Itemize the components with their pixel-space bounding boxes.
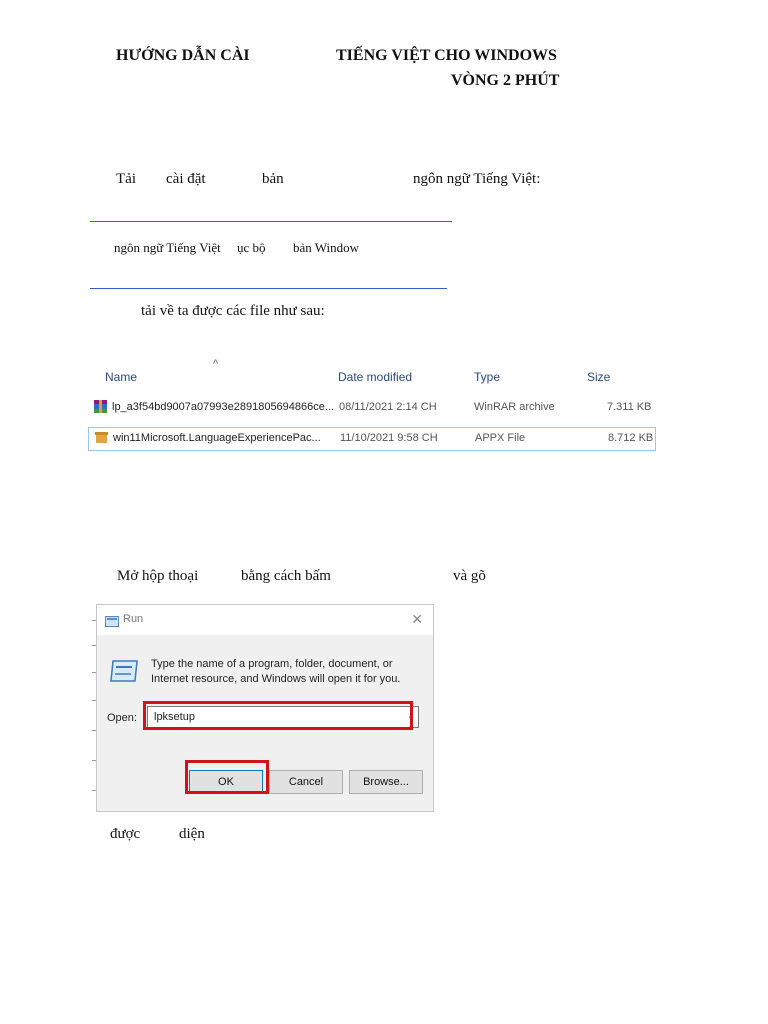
appx-package-icon — [95, 431, 108, 447]
step1-ngon-ngu: ngôn ngữ Tiếng Việt: — [413, 171, 541, 187]
cancel-button[interactable]: Cancel — [269, 770, 343, 794]
file-date: 08/11/2021 2:14 CH — [339, 401, 437, 413]
run-title: Run — [123, 613, 144, 625]
link-text-part2[interactable]: ục bộ — [237, 240, 266, 256]
file-type: WinRAR archive — [474, 401, 555, 413]
step1-word-ban: bản — [262, 171, 284, 187]
column-header-size[interactable]: Size — [587, 370, 610, 384]
step2-mo-hop-thoai: Mở hộp thoại — [117, 568, 199, 584]
link-underline-1 — [90, 221, 452, 222]
run-dialog: Run ✕ Type the name of a program, folder… — [96, 604, 434, 812]
link-text-part1[interactable]: ngôn ngữ Tiếng Việt — [114, 240, 221, 256]
winrar-archive-icon — [94, 400, 107, 416]
column-header-type[interactable]: Type — [474, 370, 500, 384]
run-app-icon — [105, 614, 119, 632]
run-titlebar: Run ✕ — [97, 605, 433, 635]
run-description: Type the name of a program, folder, docu… — [151, 658, 401, 685]
file-size: 8.712 KB — [608, 432, 654, 444]
heading-left: HƯỚNG DẪN CÀI — [116, 47, 250, 64]
sort-ascending-icon: ^ — [213, 358, 219, 370]
column-header-date-modified[interactable]: Date modified — [338, 370, 412, 384]
file-name: win11Microsoft.LanguageExperiencePac... — [113, 432, 321, 444]
heading-line2: VÒNG 2 PHÚT — [451, 72, 560, 89]
file-name: lp_a3f54bd9007a07993e2891805694866ce... — [112, 401, 335, 413]
browse-button[interactable]: Browse... — [349, 770, 423, 794]
file-row[interactable]: lp_a3f54bd9007a07993e2891805694866ce... … — [88, 397, 654, 419]
footer-dien: diện — [179, 826, 205, 842]
close-icon[interactable]: ✕ — [411, 611, 423, 628]
link-text-part3[interactable]: bản Window — [293, 240, 359, 256]
step2-va-go: và gõ — [453, 568, 486, 584]
file-size: 7.311 KB — [607, 401, 652, 413]
step2-bang-cach-bam: bằng cách bấm — [241, 568, 331, 584]
file-explorer-list: ^ Name Date modified Type Size lp_a3f54b… — [88, 358, 668, 460]
column-header-name[interactable]: Name — [105, 370, 137, 384]
footer-duoc: được — [110, 826, 141, 842]
run-program-icon — [109, 659, 139, 688]
file-date: 11/10/2021 9:58 CH — [340, 432, 438, 444]
link-underline-2 — [90, 288, 447, 289]
input-highlight-box — [143, 701, 413, 730]
step1-word-tai: Tải — [116, 171, 136, 187]
after-download-text: tải về ta được các file như sau: — [141, 303, 325, 319]
heading-right: TIẾNG VIỆT CHO WINDOWS — [336, 47, 557, 64]
step1-word-cai-dat: cài đặt — [166, 171, 206, 187]
file-row[interactable]: win11Microsoft.LanguageExperiencePac... … — [88, 427, 656, 451]
file-type: APPX File — [475, 432, 526, 444]
open-label: Open: — [107, 712, 137, 724]
ok-highlight-box — [185, 760, 269, 794]
